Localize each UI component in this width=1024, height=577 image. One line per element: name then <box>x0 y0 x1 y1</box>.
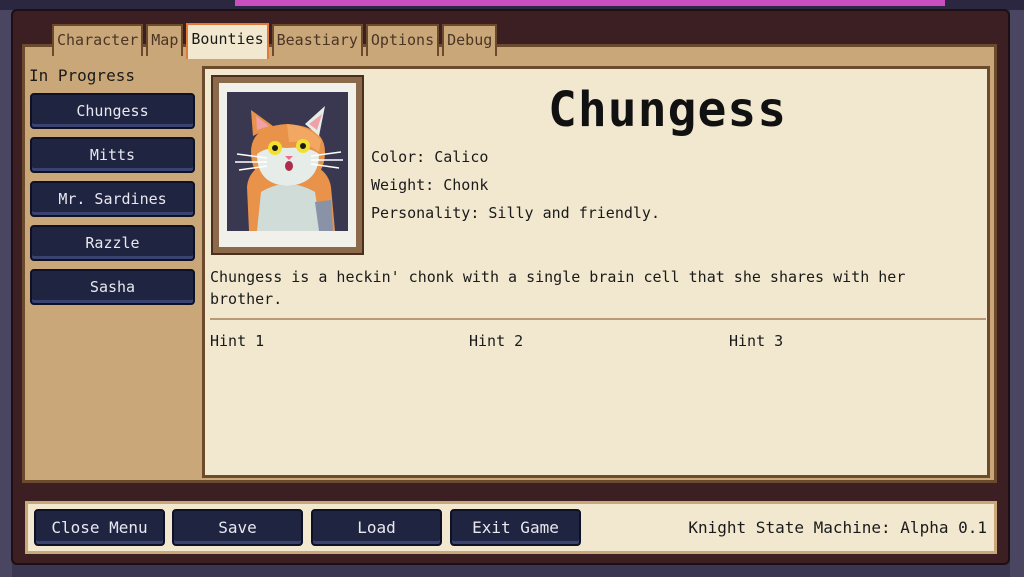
tab-character[interactable]: Character <box>52 24 144 56</box>
tab-debug[interactable]: Debug <box>442 24 498 56</box>
close-menu-button[interactable]: Close Menu <box>34 509 165 546</box>
bounty-list: Chungess Mitts Mr. Sardines Razzle Sasha <box>30 93 195 313</box>
bounty-item-mitts[interactable]: Mitts <box>30 137 195 173</box>
bounty-weight: Weight: Chonk <box>371 176 489 194</box>
bounty-description: Chungess is a heckin' chonk with a singl… <box>210 268 906 308</box>
section-label: In Progress <box>29 66 135 85</box>
version-label: Knight State Machine: Alpha 0.1 <box>688 518 987 537</box>
bounty-color: Color: Calico <box>371 148 489 166</box>
bounty-item-razzle[interactable]: Razzle <box>30 225 195 261</box>
cat-illustration <box>227 92 348 231</box>
load-button[interactable]: Load <box>311 509 442 546</box>
bounty-item-sasha[interactable]: Sasha <box>30 269 195 305</box>
tab-beastiary[interactable]: Beastiary <box>271 24 363 56</box>
bounty-personality: Personality: Silly and friendly. <box>371 204 660 222</box>
calico-cat-portrait-icon <box>227 92 348 231</box>
portrait-frame <box>211 75 364 255</box>
bounty-name: Chungess <box>548 82 788 138</box>
tab-options[interactable]: Options <box>365 24 440 56</box>
bounty-item-mr-sardines[interactable]: Mr. Sardines <box>30 181 195 217</box>
hint-1: Hint 1 <box>210 332 265 350</box>
tab-bar: Character Map Bounties Beastiary Options… <box>52 23 498 59</box>
background-accent <box>235 0 945 6</box>
bounty-item-chungess[interactable]: Chungess <box>30 93 195 129</box>
hint-3: Hint 3 <box>729 332 784 350</box>
tab-bounties[interactable]: Bounties <box>186 23 269 59</box>
save-button[interactable]: Save <box>172 509 303 546</box>
portrait-polaroid <box>219 83 356 247</box>
exit-game-button[interactable]: Exit Game <box>450 509 581 546</box>
background-right <box>1010 10 1024 577</box>
tab-map[interactable]: Map <box>146 24 184 56</box>
hint-2: Hint 2 <box>469 332 524 350</box>
divider <box>210 318 986 320</box>
